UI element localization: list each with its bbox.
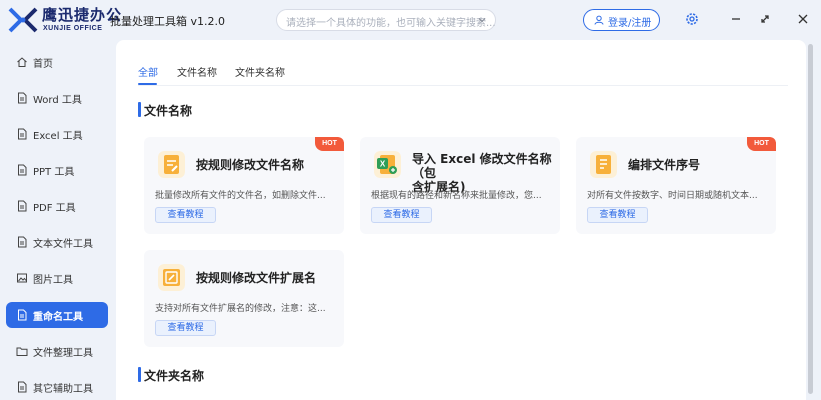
- sidebar-item-pdf[interactable]: PDF 工具: [6, 193, 108, 219]
- hot-badge: HOT: [315, 137, 344, 151]
- view-tutorial-button[interactable]: 查看教程: [371, 207, 432, 223]
- tab-all[interactable]: 全部: [138, 64, 158, 79]
- section-marker: [138, 102, 141, 117]
- card-title: 编排文件序号: [628, 158, 701, 172]
- tab-file-name[interactable]: 文件名称: [177, 64, 217, 79]
- brand-subtitle: XUNJIE OFFICE: [43, 25, 103, 32]
- tool-card-number-files[interactable]: 编排文件序号 对所有文件按数字、时间日期或随机文本... 查看教程 HOT: [576, 137, 776, 234]
- document-icon: [18, 128, 27, 140]
- sidebar-item-label: 重命名工具: [33, 312, 83, 323]
- sidebar-item-label: PDF 工具: [33, 203, 76, 214]
- view-tutorial-button[interactable]: 查看教程: [155, 320, 216, 336]
- sidebar-item-image[interactable]: 图片工具: [6, 265, 108, 291]
- login-label: 登录/注册: [608, 18, 652, 29]
- svg-text:X: X: [380, 160, 386, 169]
- sidebar-item-ppt[interactable]: PPT 工具: [6, 157, 108, 183]
- card-description: 对所有文件按数字、时间日期或随机文本...: [587, 191, 758, 201]
- search-input[interactable]: 请选择一个具体的功能，也可输入关键字搜索...: [276, 9, 496, 31]
- section-title-folder-name: 文件夹名称: [144, 369, 205, 383]
- vertical-scrollbar[interactable]: [807, 40, 814, 400]
- card-title-line-1: 导入 Excel 修改文件名称（包: [412, 152, 552, 180]
- maximize-icon[interactable]: [757, 11, 773, 27]
- tab-folder-name[interactable]: 文件夹名称: [235, 64, 285, 79]
- card-title: 按规则修改文件扩展名: [196, 271, 317, 285]
- home-icon: [17, 57, 27, 67]
- app-title: 批量处理工具箱 v1.2.0: [110, 15, 225, 28]
- view-tutorial-button[interactable]: 查看教程: [587, 207, 648, 223]
- login-button[interactable]: 登录/注册: [583, 9, 660, 31]
- sidebar-item-text[interactable]: 文本文件工具: [6, 229, 108, 255]
- sidebar-item-word[interactable]: Word 工具: [6, 85, 108, 111]
- section-marker: [138, 367, 141, 382]
- sidebar-item-label: 文本文件工具: [33, 239, 93, 250]
- tools-icon: [18, 381, 27, 393]
- card-description: 批量修改所有文件的文件名，如删除文件...: [155, 191, 326, 201]
- document-icon: [18, 236, 27, 248]
- chevron-down-icon[interactable]: [477, 15, 487, 25]
- card-description: 根据现有的路径和新名称来批量修改，您...: [371, 191, 542, 201]
- document-icon: [18, 92, 27, 104]
- sidebar: 首页 Word 工具 Excel 工具 PPT 工具 PDF 工具 文本文件工具…: [0, 40, 116, 400]
- sort-doc-icon: [590, 151, 617, 178]
- card-title: 按规则修改文件名称: [196, 158, 305, 172]
- sidebar-item-other[interactable]: 其它辅助工具: [6, 374, 108, 400]
- sidebar-item-home[interactable]: 首页: [6, 49, 108, 75]
- sidebar-item-label: 文件整理工具: [33, 348, 93, 359]
- hot-badge: HOT: [747, 137, 776, 151]
- tool-card-rule-rename[interactable]: 按规则修改文件名称 批量修改所有文件的文件名，如删除文件... 查看教程 HOT: [144, 137, 344, 234]
- sidebar-item-label: Excel 工具: [33, 131, 83, 142]
- tool-card-rule-extension[interactable]: 按规则修改文件扩展名 支持对所有文件扩展名的修改，注意：这... 查看教程: [144, 250, 344, 347]
- search-placeholder: 请选择一个具体的功能，也可输入关键字搜索...: [286, 18, 496, 29]
- excel-icon: X: [374, 151, 401, 178]
- section-title-file-name: 文件名称: [144, 104, 193, 118]
- image-icon: [17, 273, 27, 283]
- sidebar-item-label: 其它辅助工具: [33, 384, 93, 395]
- document-icon: [18, 164, 27, 176]
- minimize-icon[interactable]: [728, 11, 744, 27]
- sidebar-item-label: 图片工具: [33, 275, 73, 286]
- sidebar-item-excel[interactable]: Excel 工具: [6, 121, 108, 147]
- rename-icon: [18, 309, 27, 321]
- sidebar-item-label: Word 工具: [33, 95, 82, 106]
- close-icon[interactable]: [795, 11, 811, 27]
- sidebar-item-rename[interactable]: 重命名工具: [6, 302, 108, 328]
- folder-icon: [16, 347, 28, 356]
- edit-doc-icon: [158, 151, 185, 178]
- ext-doc-icon: [158, 264, 185, 291]
- card-description: 支持对所有文件扩展名的修改，注意：这...: [155, 304, 326, 314]
- main-panel: 全部 文件名称 文件夹名称 文件名称 按规则修改文件名称 批量修改所有文件的文件…: [116, 40, 806, 400]
- app-logo-icon: [8, 7, 38, 33]
- document-icon: [18, 200, 27, 212]
- sidebar-item-label: 首页: [33, 59, 53, 70]
- settings-gear-icon[interactable]: [684, 11, 700, 27]
- title-bar: 鹰迅捷办公 XUNJIE OFFICE 批量处理工具箱 v1.2.0 请选择一个…: [0, 0, 821, 40]
- view-tutorial-button[interactable]: 查看教程: [155, 207, 216, 223]
- sidebar-item-organize[interactable]: 文件整理工具: [6, 338, 108, 364]
- sidebar-item-label: PPT 工具: [33, 167, 75, 178]
- user-icon: [594, 15, 604, 25]
- tabs-divider: [138, 85, 788, 86]
- scrollbar-thumb[interactable]: [808, 44, 813, 394]
- tool-card-excel-rename[interactable]: X 导入 Excel 修改文件名称（包 含扩展名) 根据现有的路径和新名称来批量…: [360, 137, 560, 234]
